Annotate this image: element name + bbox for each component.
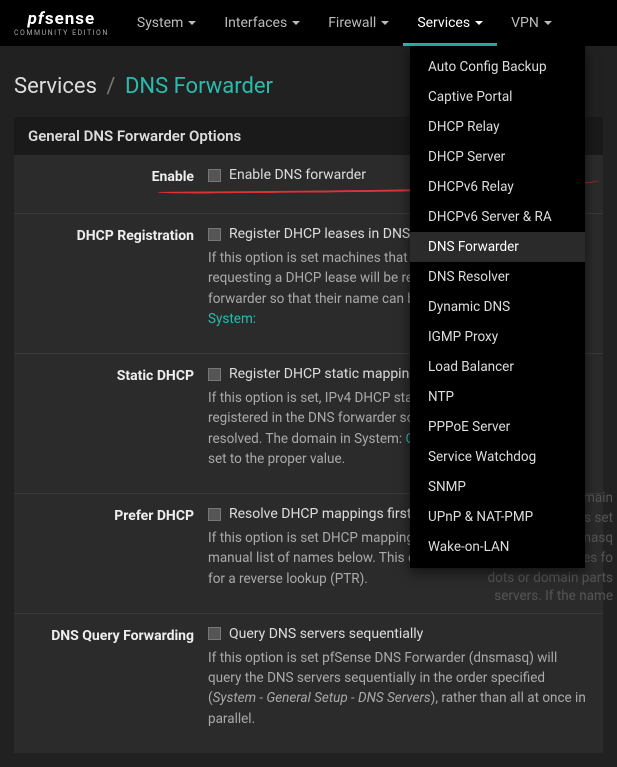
row-query-forwarding: DNS Query Forwarding Query DNS servers s… [14, 614, 603, 753]
nav-label: Services [417, 15, 470, 31]
logo-subtitle: COMMUNITY EDITION [14, 29, 109, 37]
dropdown-item-load-balancer[interactable]: Load Balancer [410, 352, 585, 382]
dropdown-item-service-watchdog[interactable]: Service Watchdog [410, 442, 585, 472]
checkbox-static-dhcp[interactable] [208, 368, 221, 381]
logo[interactable]: pfsense COMMUNITY EDITION [0, 9, 123, 37]
caret-down-icon [381, 21, 389, 25]
dropdown-item-snmp[interactable]: SNMP [410, 472, 585, 502]
dropdown-item-igmp-proxy[interactable]: IGMP Proxy [410, 322, 585, 352]
link-system[interactable]: System: [208, 311, 256, 327]
dropdown-item-pppoe-server[interactable]: PPPoE Server [410, 412, 585, 442]
nav-firewall[interactable]: Firewall [314, 0, 403, 46]
checkbox-query-fwd[interactable] [208, 627, 221, 640]
help-query-fwd: If this option is set pfSense DNS Forwar… [208, 648, 589, 729]
nav-items: System Interfaces Firewall Services VPN [123, 0, 566, 46]
dropdown-item-dns-forwarder[interactable]: DNS Forwarder [410, 232, 585, 262]
dropdown-item-ntp[interactable]: NTP [410, 382, 585, 412]
ghost-text: servers. If the name [494, 586, 613, 606]
label-prefer-dhcp: Prefer DHCP [28, 506, 208, 589]
logo-text: pfsense [28, 9, 96, 29]
dropdown-item-dns-resolver[interactable]: DNS Resolver [410, 262, 585, 292]
services-dropdown: Auto Config BackupCaptive PortalDHCP Rel… [410, 46, 585, 568]
dropdown-item-auto-config-backup[interactable]: Auto Config Backup [410, 52, 585, 82]
label-dhcp-reg: DHCP Registration [28, 226, 208, 329]
label-static-dhcp: Static DHCP [28, 366, 208, 469]
dropdown-item-wake-on-lan[interactable]: Wake-on-LAN [410, 532, 585, 562]
help-text-em: System - General Setup - DNS Servers [213, 690, 431, 706]
dropdown-item-dynamic-dns[interactable]: Dynamic DNS [410, 292, 585, 322]
label-query-fwd: DNS Query Forwarding [28, 626, 208, 729]
caret-down-icon [475, 21, 483, 25]
dropdown-item-captive-portal[interactable]: Captive Portal [410, 82, 585, 112]
navbar: pfsense COMMUNITY EDITION System Interfa… [0, 0, 617, 46]
checkbox-label-prefer-dhcp: Resolve DHCP mappings first [229, 506, 411, 522]
nav-interfaces[interactable]: Interfaces [210, 0, 314, 46]
breadcrumb-root[interactable]: Services [14, 74, 97, 99]
nav-label: Firewall [328, 15, 376, 31]
dropdown-item-dhcpv6-server-ra[interactable]: DHCPv6 Server & RA [410, 202, 585, 232]
caret-down-icon [544, 21, 552, 25]
breadcrumb-current: DNS Forwarder [125, 74, 273, 99]
checkbox-dhcp-reg[interactable] [208, 228, 221, 241]
nav-label: Interfaces [224, 15, 287, 31]
nav-system[interactable]: System [123, 0, 210, 46]
caret-down-icon [188, 21, 196, 25]
nav-vpn[interactable]: VPN [497, 0, 566, 46]
control-query-fwd: Query DNS servers sequentially If this o… [208, 626, 589, 729]
dropdown-item-dhcp-relay[interactable]: DHCP Relay [410, 112, 585, 142]
checkbox-label-enable: Enable DNS forwarder [229, 167, 366, 183]
checkbox-prefer-dhcp[interactable] [208, 508, 221, 521]
checkbox-enable[interactable] [208, 169, 221, 182]
dropdown-item-dhcpv6-relay[interactable]: DHCPv6 Relay [410, 172, 585, 202]
nav-services[interactable]: Services [403, 0, 497, 46]
dropdown-item-dhcp-server[interactable]: DHCP Server [410, 142, 585, 172]
nav-label: VPN [511, 15, 539, 31]
nav-label: System [137, 15, 183, 31]
breadcrumb-sep: / [106, 74, 115, 99]
checkbox-label-query-fwd: Query DNS servers sequentially [229, 626, 423, 642]
dropdown-item-upnp-nat-pmp[interactable]: UPnP & NAT-PMP [410, 502, 585, 532]
caret-down-icon [292, 21, 300, 25]
